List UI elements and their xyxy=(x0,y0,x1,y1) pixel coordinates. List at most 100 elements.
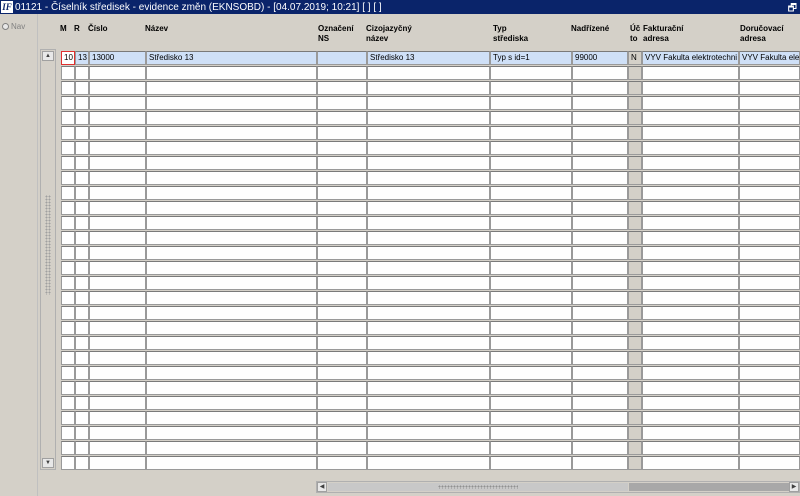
cell-cizojazycny[interactable] xyxy=(367,366,490,380)
cell-cizojazycny[interactable] xyxy=(367,141,490,155)
empty-table-row[interactable] xyxy=(59,261,800,276)
cell-dorucovaci[interactable] xyxy=(739,456,800,470)
cell-cizojazycny[interactable] xyxy=(367,321,490,335)
cell-dorucovaci[interactable] xyxy=(739,351,800,365)
cell-ucto[interactable] xyxy=(628,306,642,320)
col-header-oznaceni-ns[interactable]: Označení NS xyxy=(318,24,354,44)
cell-cizojazycny[interactable] xyxy=(367,186,490,200)
cell-cizojazycny[interactable] xyxy=(367,411,490,425)
empty-table-row[interactable] xyxy=(59,291,800,306)
cell-typ[interactable] xyxy=(490,216,572,230)
cell-ucto[interactable] xyxy=(628,231,642,245)
cell-nadrizene[interactable] xyxy=(572,336,628,350)
cell-nazev[interactable] xyxy=(146,216,317,230)
cell-typ[interactable] xyxy=(490,201,572,215)
cell-nadrizene[interactable] xyxy=(572,366,628,380)
empty-table-row[interactable] xyxy=(59,126,800,141)
cell-ucto[interactable] xyxy=(628,261,642,275)
cell-r[interactable] xyxy=(75,111,89,125)
cell-m[interactable] xyxy=(61,261,75,275)
cell-r[interactable] xyxy=(75,186,89,200)
cell-m[interactable] xyxy=(61,426,75,440)
col-header-nazev[interactable]: Název xyxy=(145,24,168,34)
cell-nazev[interactable] xyxy=(146,96,317,110)
cell-fakturacni[interactable] xyxy=(642,441,739,455)
col-header-ucto[interactable]: Úč to xyxy=(630,24,640,44)
cell-cizojazycny[interactable] xyxy=(367,456,490,470)
cell-typ[interactable] xyxy=(490,171,572,185)
cell-dorucovaci[interactable] xyxy=(739,366,800,380)
cell-ucto[interactable] xyxy=(628,81,642,95)
cell-nazev[interactable] xyxy=(146,441,317,455)
empty-table-row[interactable] xyxy=(59,96,800,111)
col-header-m[interactable]: M xyxy=(60,24,67,34)
cell-r[interactable] xyxy=(75,381,89,395)
cell-dorucovaci[interactable] xyxy=(739,381,800,395)
cell-nazev[interactable]: Středisko 13 xyxy=(146,51,317,65)
cell-r[interactable] xyxy=(75,441,89,455)
cell-cizojazycny[interactable] xyxy=(367,171,490,185)
cell-nadrizene[interactable] xyxy=(572,186,628,200)
cell-dorucovaci[interactable] xyxy=(739,276,800,290)
cell-oznaceni[interactable] xyxy=(317,366,367,380)
cell-typ[interactable] xyxy=(490,246,572,260)
cell-nadrizene[interactable] xyxy=(572,141,628,155)
cell-m[interactable] xyxy=(61,126,75,140)
cell-fakturacni[interactable] xyxy=(642,111,739,125)
cell-dorucovaci[interactable] xyxy=(739,231,800,245)
cell-r[interactable] xyxy=(75,126,89,140)
cell-nazev[interactable] xyxy=(146,381,317,395)
cell-cislo[interactable] xyxy=(89,306,146,320)
cell-cislo[interactable] xyxy=(89,381,146,395)
cell-fakturacni[interactable] xyxy=(642,261,739,275)
cell-fakturacni[interactable] xyxy=(642,171,739,185)
cell-cizojazycny[interactable] xyxy=(367,306,490,320)
empty-table-row[interactable] xyxy=(59,336,800,351)
cell-cizojazycny[interactable]: Středisko 13 xyxy=(367,51,490,65)
cell-typ[interactable]: Typ s id=1 xyxy=(490,51,572,65)
cell-nadrizene[interactable] xyxy=(572,411,628,425)
empty-table-row[interactable] xyxy=(59,66,800,81)
col-header-fakturacni-adresa[interactable]: Fakturační adresa xyxy=(643,24,683,44)
cell-nazev[interactable] xyxy=(146,366,317,380)
empty-table-row[interactable] xyxy=(59,186,800,201)
cell-nadrizene[interactable] xyxy=(572,261,628,275)
cell-cizojazycny[interactable] xyxy=(367,111,490,125)
cell-ucto[interactable] xyxy=(628,351,642,365)
cell-nazev[interactable] xyxy=(146,426,317,440)
cell-nadrizene[interactable] xyxy=(572,276,628,290)
cell-m[interactable] xyxy=(61,441,75,455)
cell-fakturacni[interactable] xyxy=(642,396,739,410)
cell-typ[interactable] xyxy=(490,231,572,245)
cell-fakturacni[interactable] xyxy=(642,81,739,95)
cell-oznaceni[interactable] xyxy=(317,156,367,170)
cell-ucto[interactable] xyxy=(628,321,642,335)
cell-ucto[interactable] xyxy=(628,156,642,170)
cell-r[interactable] xyxy=(75,411,89,425)
empty-table-row[interactable] xyxy=(59,411,800,426)
cell-fakturacni[interactable] xyxy=(642,366,739,380)
cell-oznaceni[interactable] xyxy=(317,201,367,215)
empty-table-row[interactable] xyxy=(59,201,800,216)
cell-cislo[interactable] xyxy=(89,396,146,410)
cell-m[interactable] xyxy=(61,81,75,95)
scrollbar-grip[interactable] xyxy=(45,195,51,295)
cell-m[interactable] xyxy=(61,306,75,320)
cell-dorucovaci[interactable] xyxy=(739,201,800,215)
cell-dorucovaci[interactable]: VYV Fakulta elek xyxy=(739,51,800,65)
cell-dorucovaci[interactable] xyxy=(739,111,800,125)
cell-r[interactable] xyxy=(75,291,89,305)
empty-table-row[interactable] xyxy=(59,426,800,441)
vertical-scrollbar[interactable]: ▲ ▼ xyxy=(40,49,56,470)
cell-cislo[interactable] xyxy=(89,111,146,125)
cell-dorucovaci[interactable] xyxy=(739,306,800,320)
cell-m[interactable] xyxy=(61,111,75,125)
cell-cizojazycny[interactable] xyxy=(367,441,490,455)
empty-table-row[interactable] xyxy=(59,321,800,336)
cell-dorucovaci[interactable] xyxy=(739,246,800,260)
cell-nadrizene[interactable] xyxy=(572,246,628,260)
cell-m[interactable] xyxy=(61,186,75,200)
cell-r[interactable] xyxy=(75,156,89,170)
cell-typ[interactable] xyxy=(490,66,572,80)
cell-m[interactable] xyxy=(61,351,75,365)
